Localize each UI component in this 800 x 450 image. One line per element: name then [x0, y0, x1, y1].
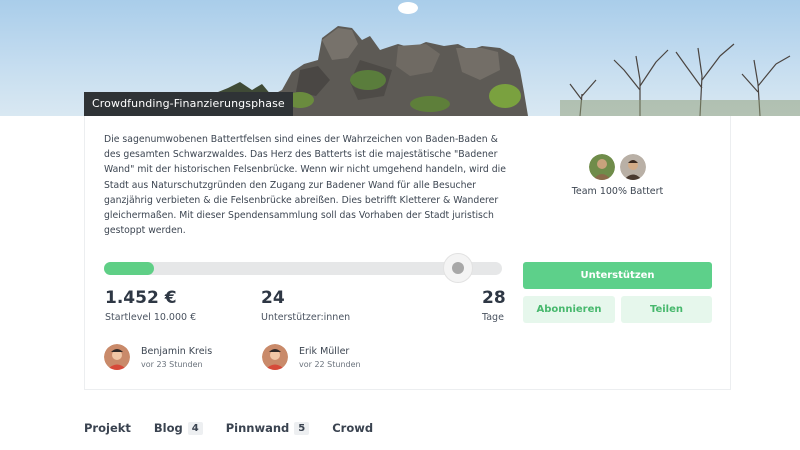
supporter-count-label: Unterstützer:innen — [261, 312, 351, 323]
tab-crowd[interactable]: Crowd — [332, 421, 373, 435]
supporter-name[interactable]: Benjamin Kreis — [141, 346, 212, 357]
project-description: Die sagenumwobenen Battertfelsen sind ei… — [104, 134, 506, 237]
tab-label: Projekt — [84, 421, 131, 435]
days-remaining-label: Tage — [482, 312, 504, 323]
team-avatars — [565, 154, 670, 180]
team-member-avatar[interactable] — [589, 154, 615, 180]
team-section[interactable]: Team 100% Battert — [565, 154, 670, 197]
funded-amount: 1.452 € — [105, 288, 177, 308]
supporter-count: 24 — [261, 288, 285, 308]
recent-supporter[interactable]: Erik Müller vor 22 Stunden — [262, 344, 361, 370]
tab-count-badge: 5 — [294, 421, 310, 435]
days-remaining: 28 — [482, 288, 506, 308]
tab-blog[interactable]: Blog 4 — [154, 421, 203, 435]
supporter-avatar — [262, 344, 288, 370]
supporter-avatar — [104, 344, 130, 370]
start-level-marker — [443, 253, 473, 283]
tab-projekt[interactable]: Projekt — [84, 421, 131, 435]
support-button[interactable]: Unterstützen — [523, 262, 712, 289]
recent-supporter[interactable]: Benjamin Kreis vor 23 Stunden — [104, 344, 212, 370]
tab-count-badge: 4 — [187, 421, 203, 435]
funding-phase-badge: Crowdfunding-Finanzierungsphase — [84, 92, 293, 116]
tab-label: Pinnwand — [225, 421, 290, 435]
project-tabs: Projekt Blog 4 Pinnwand 5 Crowd — [84, 421, 396, 435]
funding-progress-fill — [104, 262, 155, 275]
subscribe-button[interactable]: Abonnieren — [523, 296, 615, 323]
tab-pinnwand[interactable]: Pinnwand 5 — [226, 421, 310, 435]
supporter-name[interactable]: Erik Müller — [299, 346, 361, 357]
team-name[interactable]: Team 100% Battert — [565, 186, 670, 197]
tab-label: Blog — [153, 421, 183, 435]
supporter-time: vor 22 Stunden — [299, 359, 361, 369]
tab-label: Crowd — [332, 421, 374, 435]
supporter-time: vor 23 Stunden — [141, 359, 203, 369]
team-member-avatar[interactable] — [620, 154, 646, 180]
hero-image: Crowdfunding-Finanzierungsphase — [0, 0, 800, 116]
share-button[interactable]: Teilen — [621, 296, 712, 323]
start-level-label: Startlevel 10.000 € — [105, 312, 197, 323]
